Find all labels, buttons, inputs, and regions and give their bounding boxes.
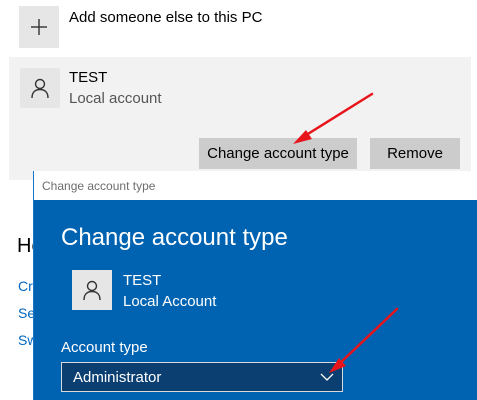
dialog-account-type: Local Account — [123, 293, 217, 310]
account-type-field-label: Account type — [61, 339, 148, 356]
account-type-dropdown[interactable]: Administrator — [61, 362, 343, 392]
avatar — [20, 68, 60, 108]
change-account-type-dialog: Change account type Change account type … — [33, 171, 477, 400]
remove-button[interactable]: Remove — [370, 138, 460, 169]
plus-icon — [31, 19, 47, 35]
account-panel[interactable]: TEST Local account Change account type R… — [9, 57, 471, 180]
chevron-down-icon — [320, 373, 334, 381]
background-link-1[interactable]: Cr — [18, 278, 33, 294]
account-type-selected-value: Administrator — [73, 369, 162, 386]
person-icon — [31, 78, 49, 99]
add-someone-label[interactable]: Add someone else to this PC — [69, 9, 262, 26]
dialog-window-title: Change account type — [42, 179, 156, 193]
dialog-avatar — [72, 270, 112, 310]
dialog-account-name: TEST — [123, 272, 162, 289]
change-account-type-button[interactable]: Change account type — [199, 138, 357, 169]
account-type-label: Local account — [69, 90, 162, 107]
dialog-titlebar[interactable]: Change account type — [34, 171, 477, 200]
add-someone-row[interactable] — [19, 6, 59, 48]
dialog-body: Change account type TEST Local Account A… — [34, 200, 477, 400]
person-icon — [83, 280, 101, 301]
dialog-heading: Change account type — [61, 224, 288, 251]
add-someone-button[interactable] — [19, 6, 59, 48]
account-name: TEST — [69, 69, 108, 86]
